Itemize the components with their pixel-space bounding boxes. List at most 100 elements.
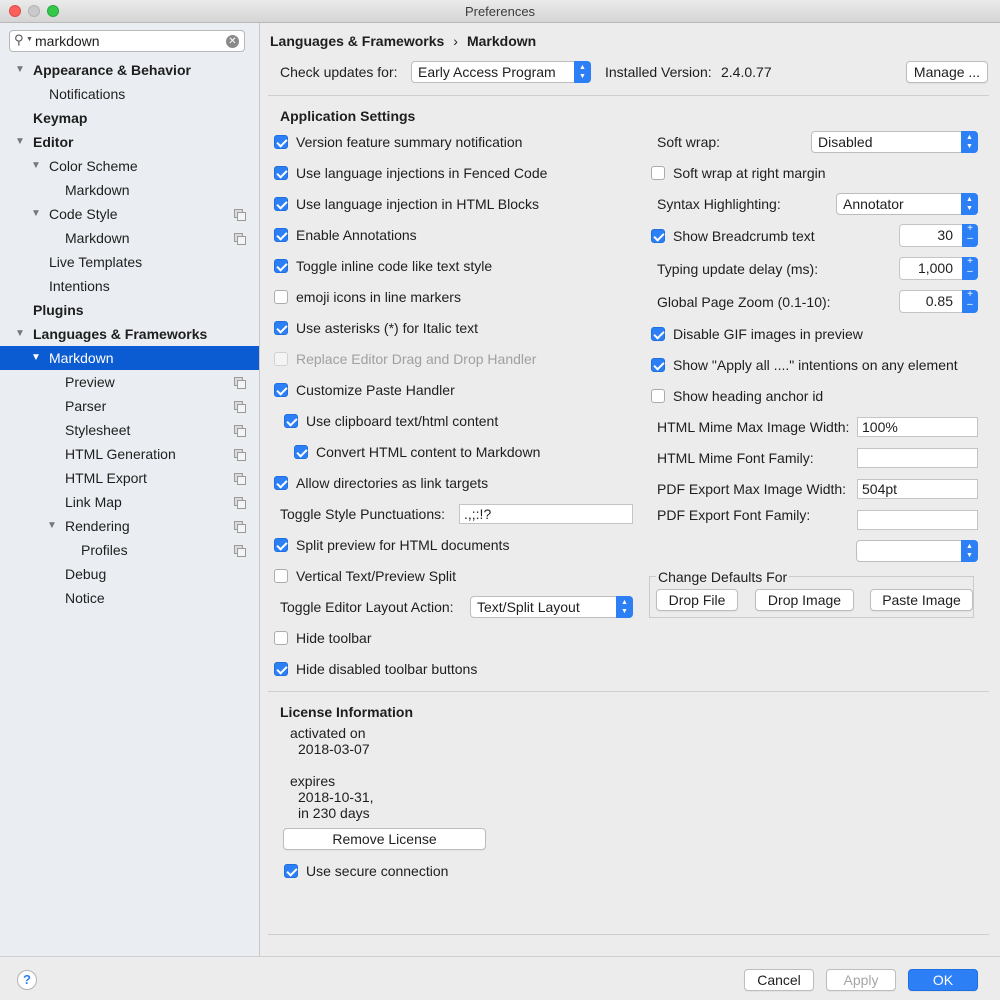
toggle-layout-select[interactable]: Text/Split Layout ▲ ▼ bbox=[470, 596, 633, 618]
expand-arrow-icon[interactable]: ▼ bbox=[15, 130, 25, 154]
tree-item-stylesheet[interactable]: Stylesheet bbox=[0, 418, 259, 442]
paste-handler-label: Customize Paste Handler bbox=[296, 382, 455, 398]
expires-label: expires bbox=[290, 773, 336, 789]
breadcrumb-text-checkbox[interactable] bbox=[651, 229, 665, 243]
heading-anchor-checkbox[interactable] bbox=[651, 389, 665, 403]
soft-wrap-label: Soft wrap: bbox=[657, 134, 721, 150]
split-preview-html-label: Split preview for HTML documents bbox=[296, 537, 510, 553]
window-title: Preferences bbox=[464, 4, 536, 19]
syntax-highlighting-select[interactable]: Annotator ▲ ▼ bbox=[836, 193, 978, 215]
clipboard-html-checkbox[interactable] bbox=[284, 414, 298, 428]
tree-item-html-generation[interactable]: HTML Generation bbox=[0, 442, 259, 466]
tree-item-rendering[interactable]: ▼ Rendering bbox=[0, 514, 259, 538]
divider bbox=[268, 934, 989, 935]
tree-item-live-templates[interactable]: Live Templates bbox=[0, 250, 259, 274]
tree-item-code-style-markdown[interactable]: Markdown bbox=[0, 226, 259, 250]
expand-arrow-icon[interactable]: ▼ bbox=[15, 322, 25, 346]
tree-item-notifications[interactable]: Notifications bbox=[0, 82, 259, 106]
pdf-font-family-input[interactable] bbox=[857, 510, 978, 530]
apply-all-intentions-checkbox[interactable] bbox=[651, 358, 665, 372]
tree-item-debug[interactable]: Debug bbox=[0, 562, 259, 586]
vertical-split-checkbox[interactable] bbox=[274, 569, 288, 583]
directories-link-targets-checkbox[interactable] bbox=[274, 476, 288, 490]
pdf-font-family-select[interactable]: ▲ ▼ bbox=[856, 540, 978, 562]
soft-wrap-margin-checkbox[interactable] bbox=[651, 166, 665, 180]
clear-search-icon[interactable]: ✕ bbox=[226, 35, 239, 48]
syntax-highlighting-label: Syntax Highlighting: bbox=[657, 196, 781, 212]
tree-item-keymap[interactable]: Keymap bbox=[0, 106, 259, 130]
fenced-code-injection-checkbox[interactable] bbox=[274, 166, 288, 180]
pdf-max-width-label: PDF Export Max Image Width: bbox=[657, 481, 847, 497]
expand-arrow-icon[interactable]: ▼ bbox=[31, 202, 41, 226]
stepper-icon[interactable]: + – bbox=[962, 257, 978, 280]
split-preview-html-checkbox[interactable] bbox=[274, 538, 288, 552]
page-zoom-spinner[interactable]: 0.85 + – bbox=[899, 290, 978, 313]
emoji-icons-checkbox[interactable] bbox=[274, 290, 288, 304]
tree-item-intentions[interactable]: Intentions bbox=[0, 274, 259, 298]
tree-item-link-map[interactable]: Link Map bbox=[0, 490, 259, 514]
tree-item-editor[interactable]: ▼ Editor bbox=[0, 130, 259, 154]
project-settings-icon bbox=[234, 377, 246, 389]
divider bbox=[268, 95, 989, 96]
typing-delay-label: Typing update delay (ms): bbox=[657, 261, 819, 277]
tree-item-plugins[interactable]: Plugins bbox=[0, 298, 259, 322]
mime-max-width-input[interactable]: 100% bbox=[857, 417, 978, 437]
directories-link-targets-label: Allow directories as link targets bbox=[296, 475, 489, 491]
paste-image-button[interactable]: Paste Image bbox=[870, 589, 973, 611]
divider bbox=[268, 691, 989, 692]
hide-disabled-buttons-checkbox[interactable] bbox=[274, 662, 288, 676]
ok-button[interactable]: OK bbox=[908, 969, 978, 991]
mime-font-family-input[interactable] bbox=[857, 448, 978, 468]
stepper-icon[interactable]: + – bbox=[962, 224, 978, 247]
paste-handler-checkbox[interactable] bbox=[274, 383, 288, 397]
manage-button[interactable]: Manage ... bbox=[906, 61, 988, 83]
cancel-button[interactable]: Cancel bbox=[744, 969, 814, 991]
tree-item-languages-frameworks[interactable]: ▼ Languages & Frameworks bbox=[0, 322, 259, 346]
enable-annotations-checkbox[interactable] bbox=[274, 228, 288, 242]
help-icon[interactable]: ? bbox=[17, 970, 37, 990]
tree-item-code-style[interactable]: ▼ Code Style bbox=[0, 202, 259, 226]
remove-license-button[interactable]: Remove License bbox=[283, 828, 486, 850]
tree-item-notice[interactable]: Notice bbox=[0, 586, 259, 610]
tree-item-markdown-selected[interactable]: ▼ Markdown bbox=[0, 346, 259, 370]
toggle-punctuations-input[interactable]: .,;:!? bbox=[459, 504, 633, 524]
check-updates-select[interactable]: Early Access Program ▲ ▼ bbox=[411, 61, 591, 83]
breadcrumb-text-spinner[interactable]: 30 + – bbox=[899, 224, 978, 247]
tree-item-profiles[interactable]: Profiles bbox=[0, 538, 259, 562]
tree-item-html-export[interactable]: HTML Export bbox=[0, 466, 259, 490]
installed-version-value: 2.4.0.77 bbox=[721, 64, 772, 80]
version-notification-checkbox[interactable] bbox=[274, 135, 288, 149]
pdf-max-width-input[interactable]: 504pt bbox=[857, 479, 978, 499]
tree-item-parser[interactable]: Parser bbox=[0, 394, 259, 418]
page-zoom-label: Global Page Zoom (0.1-10): bbox=[657, 294, 831, 310]
soft-wrap-select[interactable]: Disabled ▲ ▼ bbox=[811, 131, 978, 153]
tree-item-color-scheme[interactable]: ▼ Color Scheme bbox=[0, 154, 259, 178]
apply-all-intentions-label: Show "Apply all ...." intentions on any … bbox=[673, 357, 958, 373]
maximize-window-button[interactable] bbox=[47, 5, 59, 17]
hide-toolbar-checkbox[interactable] bbox=[274, 631, 288, 645]
apply-button[interactable]: Apply bbox=[826, 969, 896, 991]
minimize-window-button[interactable] bbox=[28, 5, 40, 17]
stepper-icon[interactable]: + – bbox=[962, 290, 978, 313]
disable-gif-checkbox[interactable] bbox=[651, 327, 665, 341]
vertical-split-label: Vertical Text/Preview Split bbox=[296, 568, 457, 584]
typing-delay-spinner[interactable]: 1,000 + – bbox=[899, 257, 978, 280]
expand-arrow-icon[interactable]: ▼ bbox=[47, 514, 57, 538]
secure-connection-checkbox[interactable] bbox=[284, 864, 298, 878]
convert-html-checkbox[interactable] bbox=[294, 445, 308, 459]
close-window-button[interactable] bbox=[9, 5, 21, 17]
expand-arrow-icon[interactable]: ▼ bbox=[31, 346, 41, 370]
tree-item-color-scheme-markdown[interactable]: Markdown bbox=[0, 178, 259, 202]
expand-arrow-icon[interactable]: ▼ bbox=[31, 154, 41, 178]
tree-item-appearance-behavior[interactable]: ▼ Appearance & Behavior bbox=[0, 58, 259, 82]
search-history-chevron-icon[interactable]: ▼ bbox=[26, 36, 33, 43]
drop-file-button[interactable]: Drop File bbox=[656, 589, 738, 611]
expand-arrow-icon[interactable]: ▼ bbox=[15, 58, 25, 82]
html-blocks-injection-checkbox[interactable] bbox=[274, 197, 288, 211]
inline-code-style-checkbox[interactable] bbox=[274, 259, 288, 273]
drop-image-button[interactable]: Drop Image bbox=[755, 589, 854, 611]
license-title: License Information bbox=[280, 704, 414, 720]
asterisks-italic-checkbox[interactable] bbox=[274, 321, 288, 335]
settings-search-input[interactable]: ⚲ ▼ markdown ✕ bbox=[9, 30, 245, 52]
tree-item-preview[interactable]: Preview bbox=[0, 370, 259, 394]
